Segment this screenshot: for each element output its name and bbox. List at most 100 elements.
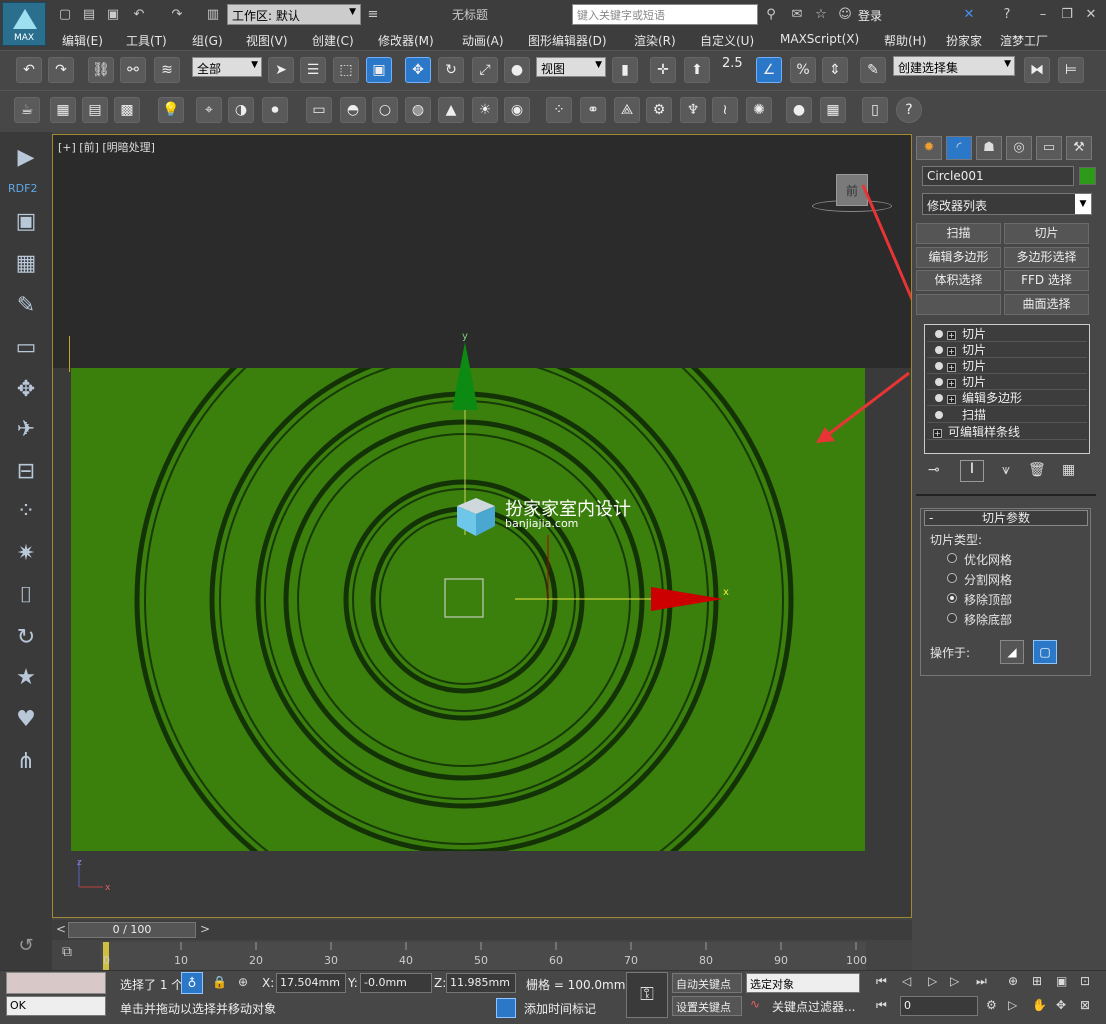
object-color-swatch[interactable] [1079,167,1096,185]
operate-on-poly-icon[interactable]: ▢ [1033,640,1057,664]
material-editor-icon[interactable]: ▩ [114,97,140,123]
pin-stack-icon[interactable]: ⊸ [928,462,940,478]
stack-item[interactable]: + 可编辑样条线 [927,424,1087,440]
hair-icon[interactable]: ≀ [712,97,738,123]
stack-item[interactable]: + 切片 [927,342,1087,358]
camera-icon[interactable]: ⌷ [10,580,42,612]
isolate-selection-icon[interactable]: ♁ [181,972,203,994]
select-manipulate-icon[interactable]: ✛ [650,57,676,83]
bind-space-warp-icon[interactable]: ≋ [154,57,180,83]
modifier-button-edit-poly[interactable]: 编辑多边形 [916,247,1001,268]
link-icon[interactable]: ⛓ [88,57,114,83]
apps-icon[interactable]: ⁘ [10,496,42,528]
menu-customize[interactable]: 自定义(U) [700,32,754,49]
select-and-place-icon[interactable]: ● [504,57,530,83]
star-icon[interactable]: ★ [10,662,42,694]
lightbulb-icon[interactable] [935,346,943,354]
time-config-icon[interactable]: ⚙ [986,998,997,1012]
modifier-list-dropdown[interactable]: 修改器列表 ▼ [922,193,1092,215]
expand-plus-icon[interactable]: + [947,395,956,404]
settings-panel-icon[interactable]: ▯ [862,97,888,123]
tab-display[interactable]: ▭ [1036,136,1062,160]
lightbulb-icon[interactable] [935,330,943,338]
reference-coordinate-dropdown[interactable]: 视图 ▼ [536,57,606,77]
rollout-header[interactable]: - 切片参数 [924,510,1088,526]
modifier-button-sweep[interactable]: 扫描 [916,223,1001,244]
expand-plus-icon[interactable]: + [947,331,956,340]
undo-icon[interactable]: ↶ [16,57,42,83]
pivot-center-icon[interactable]: ▮ [612,57,638,83]
material-sphere-icon[interactable]: ● [786,97,812,123]
proxy-icon[interactable]: ⟁ [614,97,640,123]
gizmo-plane-handle[interactable] [444,578,484,618]
frame-buffer-icon[interactable]: ▦ [820,97,846,123]
sphere-primitive-icon[interactable]: ○ [372,97,398,123]
modifier-button-ffd-select[interactable]: FFD 选择 [1004,270,1089,291]
modifier-button-empty[interactable] [916,294,1001,315]
x-coordinate-field[interactable]: 17.504mm [276,973,346,993]
goto-end-icon[interactable]: ⏭ [976,974,987,989]
stack-item[interactable]: + 切片 [927,326,1087,342]
sound-icon[interactable]: ◑ [228,97,254,123]
save-file-icon[interactable]: ▣ [104,6,122,24]
time-slider[interactable]: 0 / 100 [68,922,196,938]
percent-snap-icon[interactable]: % [790,57,816,83]
rectangular-selection-icon[interactable]: ⬚ [333,57,359,83]
plane-primitive-icon[interactable]: ▭ [306,97,332,123]
modifier-button-slice[interactable]: 切片 [1004,223,1089,244]
rollout-collapse-toggle[interactable]: - [929,511,933,525]
move-icon[interactable]: ✥ [10,374,42,406]
minimize-icon[interactable]: – [1034,6,1052,24]
edit-named-selection-icon[interactable]: ✎ [860,57,886,83]
stack-item[interactable]: + 编辑多边形 [927,390,1087,406]
molecule-icon[interactable]: ⚭ [580,97,606,123]
current-frame-field[interactable]: 0 [900,996,978,1016]
scatter-icon[interactable]: ⁘ [546,97,572,123]
pan-hand-icon[interactable]: ✋ [1032,998,1047,1012]
sun-light-icon[interactable]: ☀ [472,97,498,123]
menu-animation[interactable]: 动画(A) [462,32,504,49]
radio-remove-top[interactable] [947,593,957,603]
tube-primitive-icon[interactable]: ◍ [405,97,431,123]
stack-item[interactable]: 扫描 [927,407,1087,423]
set-key-button[interactable]: 设置关键点 [672,996,742,1016]
modifier-button-vol-select[interactable]: 体积选择 [916,270,1001,291]
key-mode-toggle-icon[interactable]: ⏮ [876,998,887,1013]
expand-plus-icon[interactable]: + [947,363,956,372]
menu-group[interactable]: 组(G) [192,32,223,49]
zoom-all-icon[interactable]: ⊞ [1032,974,1042,988]
make-unique-icon[interactable]: ⩛ [1002,462,1010,478]
airplane-icon[interactable]: ✈ [10,414,42,446]
select-and-move-icon[interactable]: ✥ [405,57,431,83]
select-by-name-icon[interactable]: ☰ [300,57,326,83]
menu-modifiers[interactable]: 修改器(M) [378,32,434,49]
menu-create[interactable]: 创建(C) [312,32,354,49]
refresh-icon[interactable]: ↻ [10,622,42,654]
absolute-mode-icon[interactable]: ⊕ [238,975,248,989]
menu-graph-editors[interactable]: 图形编辑器(D) [528,32,607,49]
camera-icon[interactable]: ⌖ [196,97,222,123]
menu-banjiajia[interactable]: 扮家家 [946,32,982,49]
radio-remove-bottom[interactable] [947,613,957,623]
video-camera-icon[interactable]: ⏺ [262,97,288,123]
mirror-icon[interactable]: ⧓ [1024,57,1050,83]
keyboard-shortcut-override-icon[interactable]: ⬆ [684,57,710,83]
workspace-dropdown[interactable]: 工作区: 默认 ▼ [227,4,361,25]
undo-icon[interactable]: ↶ [130,6,148,24]
auto-key-button[interactable]: 自动关键点 [672,973,742,993]
key-mode-dropdown[interactable]: 选定对象 [746,973,860,993]
tab-utilities[interactable]: ⚒ [1066,136,1092,160]
stack-item[interactable]: + 切片 [927,358,1087,374]
unlink-icon[interactable]: ⚯ [120,57,146,83]
expand-plus-icon[interactable]: + [947,379,956,388]
angle-snap-icon[interactable]: ∠ [756,57,782,83]
radio-split-mesh[interactable] [947,573,957,583]
time-prev-icon[interactable]: < [56,922,66,936]
light-icon[interactable]: ✷ [10,538,42,570]
ornament-icon[interactable]: ✺ [746,97,772,123]
help-icon[interactable]: ? [896,97,922,123]
curve-editor-icon[interactable]: ⧉ [62,944,72,960]
lightbulb-icon[interactable] [935,394,943,402]
object-name-field[interactable]: Circle001 [922,166,1074,186]
tab-motion[interactable]: ◎ [1006,136,1032,160]
